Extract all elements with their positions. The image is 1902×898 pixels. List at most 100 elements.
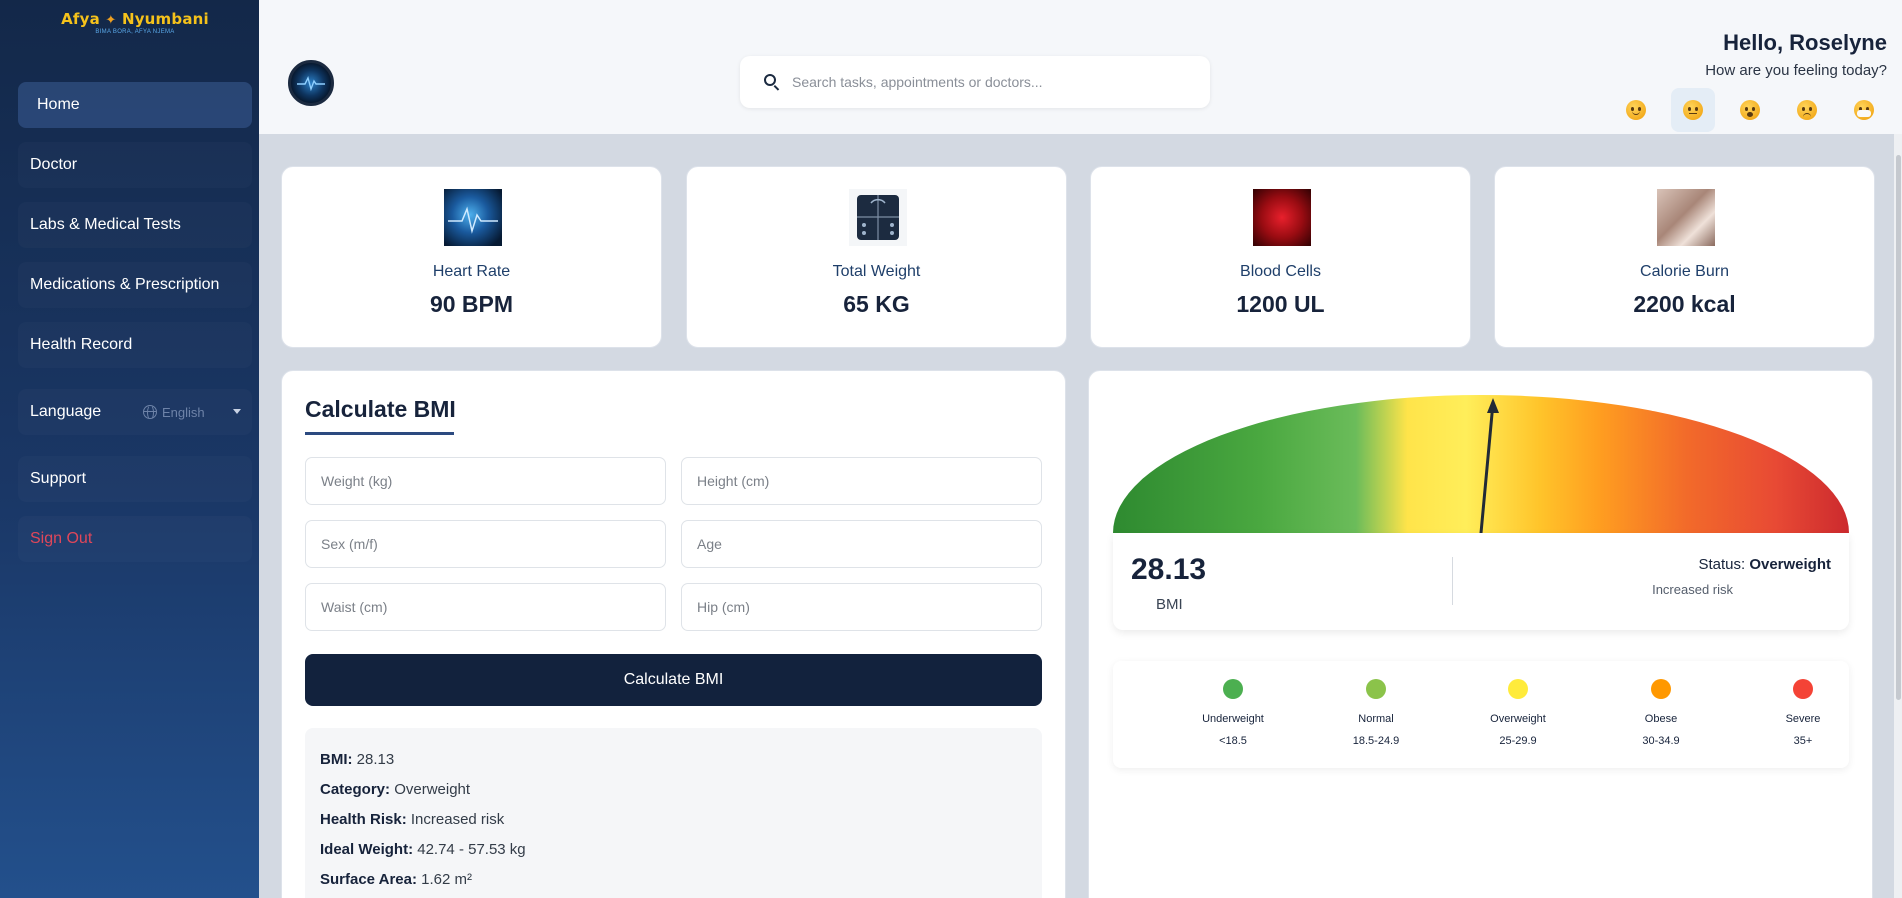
mood-option-happy[interactable]: [1614, 88, 1658, 132]
surprised-face-icon: [1740, 100, 1760, 120]
greeting-subtitle: How are you feeling today?: [1705, 62, 1887, 79]
legend-name: Obese: [1644, 713, 1678, 725]
legend-name: Underweight: [1202, 713, 1264, 725]
legend-dot: [1366, 679, 1386, 699]
sex-field[interactable]: [305, 520, 666, 568]
calculate-bmi-button[interactable]: Calculate BMI: [305, 654, 1042, 706]
legend-range: 25-29.9: [1499, 735, 1537, 747]
waist-field[interactable]: [305, 583, 666, 631]
stat-label: Heart Rate: [432, 263, 511, 280]
frowning-face-icon: [1797, 100, 1817, 120]
bmi-results: BMI: 28.13 Category: Overweight Health R…: [305, 728, 1042, 898]
height-field[interactable]: [681, 457, 1042, 505]
stat-label: Total Weight: [832, 263, 921, 280]
result-ideal-weight: Ideal Weight: 42.74 - 57.53 kg: [320, 841, 526, 858]
caret-down-icon: [233, 409, 241, 414]
legend-range: 35+: [1793, 735, 1813, 747]
age-field[interactable]: [681, 520, 1042, 568]
sidebar-item-language: Language English: [18, 389, 252, 435]
legend-dot: [1223, 679, 1243, 699]
neutral-face-icon: [1683, 100, 1703, 120]
stat-card-calorie-burn[interactable]: Calorie Burn 2200 kcal: [1494, 166, 1875, 348]
smiling-face-icon: [1626, 100, 1646, 120]
legend-dot: [1651, 679, 1671, 699]
language-label: Language: [30, 403, 102, 420]
sidebar-item-sign-out[interactable]: Sign Out: [18, 516, 252, 562]
search-input[interactable]: [792, 68, 1192, 96]
language-select[interactable]: English: [143, 389, 253, 435]
stat-card-blood-cells[interactable]: Blood Cells 1200 UL: [1090, 166, 1471, 348]
stat-value: 65 KG: [843, 291, 910, 317]
bmi-status: Status: Overweight: [1698, 556, 1831, 573]
mood-option-surprised[interactable]: [1728, 88, 1772, 132]
page-scrollbar-thumb[interactable]: [1896, 155, 1901, 700]
heart-rate-image: [444, 189, 502, 246]
sidebar-item-label: Sign Out: [30, 530, 93, 547]
sidebar-item-support[interactable]: Support: [18, 456, 252, 502]
stat-value: 90 BPM: [429, 291, 514, 317]
stat-value: 2200 kcal: [1633, 291, 1736, 317]
legend-dot: [1508, 679, 1528, 699]
sidebar: Afya ✦ Nyumbani BIMA BORA, AFYA NJEMA Ho…: [0, 0, 259, 898]
mood-option-sick[interactable]: [1842, 88, 1886, 132]
hip-field[interactable]: [681, 583, 1042, 631]
sidebar-item-label: Labs & Medical Tests: [30, 216, 181, 233]
sidebar-item-health-record[interactable]: Health Record: [18, 322, 252, 368]
search-bar: [740, 56, 1210, 108]
summary-divider: [1452, 557, 1453, 605]
sidebar-item-label: Doctor: [30, 156, 78, 173]
face-with-mask-icon: [1854, 100, 1874, 120]
mood-selector: [1614, 88, 1899, 132]
search-icon[interactable]: [764, 74, 776, 86]
bmi-calculator-panel: Calculate BMI Calculate BMI BMI: 28.13 C…: [281, 370, 1066, 898]
mood-option-neutral[interactable]: [1671, 88, 1715, 132]
title-underline: [305, 432, 454, 435]
blood-cells-image: [1253, 189, 1311, 246]
greeting-title: Hello, Roselyne: [1723, 30, 1887, 55]
bmi-gauge-panel: 28.13 BMI Status: Overweight Increased r…: [1088, 370, 1873, 898]
result-surface-area: Surface Area: 1.62 m²: [320, 871, 473, 888]
bmi-gauge: [1113, 395, 1849, 533]
bmi-summary: 28.13 BMI Status: Overweight Increased r…: [1113, 533, 1849, 630]
sidebar-item-medications[interactable]: Medications & Prescription: [18, 262, 252, 308]
stat-card-heart-rate[interactable]: Heart Rate 90 BPM: [281, 166, 662, 348]
sidebar-item-home[interactable]: Home: [18, 82, 252, 128]
sidebar-item-labs[interactable]: Labs & Medical Tests: [18, 202, 252, 248]
legend-name: Severe: [1785, 713, 1821, 725]
sidebar-item-label: Medications & Prescription: [30, 276, 220, 293]
legend-name: Normal: [1358, 713, 1394, 725]
sidebar-item-label: Support: [30, 470, 87, 487]
bmi-legend: Underweight <18.5 Normal 18.5-24.9 Overw…: [1113, 661, 1849, 768]
weight-scale-image: [849, 189, 907, 246]
app-logo[interactable]: Afya ✦ Nyumbani BIMA BORA, AFYA NJEMA: [40, 10, 230, 50]
sidebar-item-label: Home: [37, 96, 80, 113]
legend-dot: [1793, 679, 1813, 699]
legend-range: <18.5: [1219, 735, 1247, 747]
bmi-caption: BMI: [1156, 596, 1183, 613]
bmi-risk: Increased risk: [1652, 582, 1733, 597]
calorie-burn-image: [1657, 189, 1715, 246]
result-bmi: BMI: 28.13: [320, 751, 395, 768]
avatar[interactable]: [288, 60, 334, 106]
sidebar-item-doctor[interactable]: Doctor: [18, 142, 252, 188]
stat-label: Blood Cells: [1240, 263, 1321, 280]
result-category: Category: Overweight: [320, 781, 471, 798]
logo-figure-icon: ✦: [105, 13, 117, 28]
language-value: English: [162, 404, 205, 420]
weight-field[interactable]: [305, 457, 666, 505]
stat-card-total-weight[interactable]: Total Weight 65 KG: [686, 166, 1067, 348]
logo-tagline: BIMA BORA, AFYA NJEMA: [95, 29, 175, 35]
sidebar-item-label: Health Record: [30, 336, 133, 353]
stat-label: Calorie Burn: [1640, 263, 1729, 280]
legend-name: Overweight: [1490, 713, 1546, 725]
logo-text-afya: Afya: [61, 10, 100, 28]
legend-range: 18.5-24.9: [1352, 735, 1400, 747]
bmi-value: 28.13: [1131, 553, 1207, 586]
stat-value: 1200 UL: [1236, 291, 1325, 317]
heartbeat-icon: [297, 76, 325, 92]
mood-option-sad[interactable]: [1785, 88, 1829, 132]
gauge-needle: [1479, 398, 1499, 533]
legend-range: 30-34.9: [1642, 735, 1680, 747]
calculator-title: Calculate BMI: [305, 396, 456, 422]
result-health-risk: Health Risk: Increased risk: [320, 811, 505, 828]
